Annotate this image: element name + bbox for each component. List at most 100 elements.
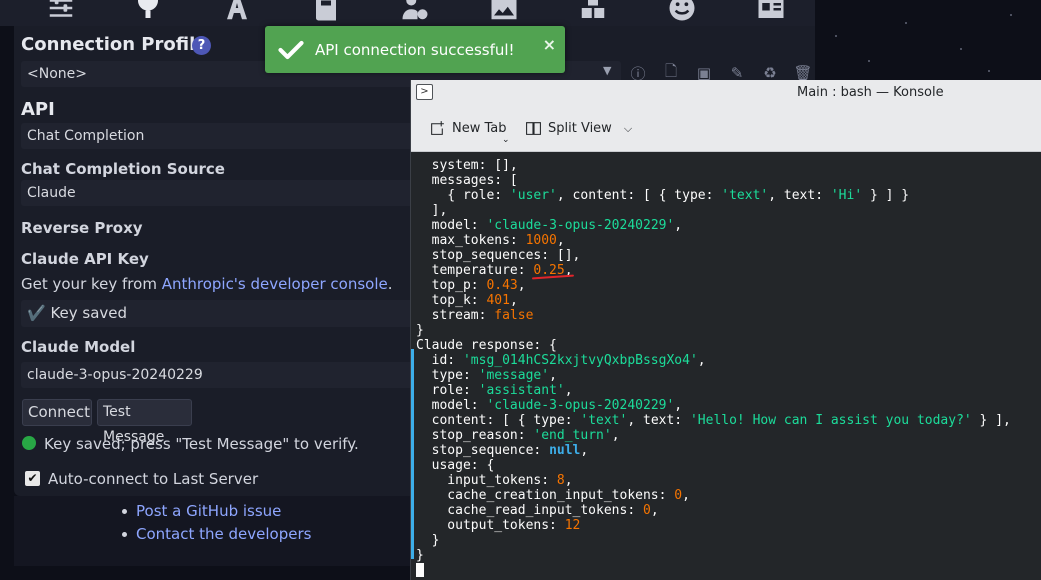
terminal-line: system: [], bbox=[416, 158, 1041, 173]
konsole-toolbar: New Tab ⌄ Split View ⌵ bbox=[411, 106, 1041, 152]
terminal-token: 12 bbox=[564, 518, 581, 533]
terminal-token: system: [], bbox=[416, 158, 518, 173]
plug-icon[interactable] bbox=[131, 0, 165, 22]
id-card-icon[interactable] bbox=[754, 0, 788, 22]
terminal-token: input_tokens: bbox=[416, 473, 557, 488]
user-gear-icon[interactable] bbox=[398, 0, 432, 22]
terminal-line: id: 'msg_014hCS2kxjtvyQxbpBssgXo4', bbox=[416, 353, 1041, 368]
terminal-line: max_tokens: 1000, bbox=[416, 233, 1041, 248]
model-select[interactable]: claude-3-opus-20240229 bbox=[21, 362, 416, 388]
terminal-token: 'text' bbox=[721, 188, 769, 203]
sliders-icon[interactable] bbox=[44, 0, 78, 22]
terminal-token: 'claude-3-opus-20240229' bbox=[486, 218, 675, 233]
new-tab-button[interactable]: New Tab bbox=[429, 120, 507, 137]
terminal-token: , bbox=[517, 278, 526, 293]
terminal-token: 'msg_014hCS2kxjtvyQxbpBssgXo4' bbox=[462, 353, 698, 368]
get-key-suffix: . bbox=[387, 275, 393, 293]
auto-connect-checkbox[interactable]: ✔ bbox=[25, 471, 40, 486]
auto-connect-label: Auto-connect to Last Server bbox=[48, 470, 259, 488]
api-key-field[interactable]: ✔️ Key saved bbox=[21, 300, 416, 327]
split-view-button[interactable]: Split View ⌵ bbox=[525, 120, 632, 137]
terminal-token: { role: bbox=[416, 188, 510, 203]
terminal-token: , bbox=[556, 233, 565, 248]
status-indicator bbox=[22, 436, 36, 450]
close-icon[interactable]: × bbox=[543, 35, 556, 54]
terminal-token: , content: [ { type: bbox=[556, 188, 722, 203]
success-toast: API connection successful! × bbox=[265, 26, 565, 73]
terminal-token: , bbox=[509, 293, 518, 308]
terminal-token: messages: [ bbox=[416, 173, 518, 188]
terminal-token: 'claude-3-opus-20240229' bbox=[486, 398, 675, 413]
terminal-token: stream: bbox=[416, 308, 495, 323]
terminal-token: false bbox=[494, 308, 534, 323]
font-icon[interactable] bbox=[220, 0, 254, 22]
terminal-token: usage: { bbox=[416, 458, 495, 473]
cubes-icon[interactable] bbox=[576, 0, 610, 22]
terminal-token: id: bbox=[416, 353, 463, 368]
terminal-output[interactable]: system: [], messages: [ { role: 'user', … bbox=[411, 152, 1041, 580]
terminal-line: ], bbox=[416, 203, 1041, 218]
terminal-token: , bbox=[580, 443, 589, 458]
terminal-line: Claude response: { bbox=[416, 338, 1041, 353]
window-title: Main : bash — Konsole bbox=[797, 85, 944, 100]
terminal-token: type: bbox=[416, 368, 479, 383]
terminal-line: model: 'claude-3-opus-20240229', bbox=[416, 398, 1041, 413]
terminal-token: , bbox=[650, 503, 659, 518]
top-nav-bar bbox=[0, 0, 815, 26]
connect-button[interactable]: Connect bbox=[22, 399, 92, 426]
smile-icon[interactable] bbox=[665, 0, 699, 22]
terminal-cursor bbox=[416, 563, 424, 577]
terminal-line: input_tokens: 8, bbox=[416, 473, 1041, 488]
terminal-line bbox=[416, 563, 1041, 578]
developer-console-link[interactable]: Anthropic's developer console bbox=[162, 275, 388, 293]
new-tab-icon bbox=[431, 121, 444, 135]
source-select[interactable]: Claude bbox=[21, 180, 416, 206]
terminal-token: 8 bbox=[556, 473, 565, 488]
book-icon[interactable] bbox=[309, 0, 343, 22]
terminal-line: { role: 'user', content: [ { type: 'text… bbox=[416, 188, 1041, 203]
terminal-token: 0 bbox=[642, 503, 651, 518]
terminal-token: , bbox=[549, 368, 557, 383]
terminal-line: cache_creation_input_tokens: 0, bbox=[416, 488, 1041, 503]
window-titlebar[interactable]: > Main : bash — Konsole bbox=[411, 80, 1041, 106]
terminal-token: 'assistant' bbox=[478, 383, 565, 398]
test-message-button[interactable]: Test Message bbox=[97, 399, 192, 445]
terminal-token: , text: bbox=[768, 188, 831, 203]
api-select[interactable]: Chat Completion bbox=[21, 123, 416, 149]
terminal-token: Claude response: { bbox=[416, 338, 557, 353]
chevron-down-icon: ⌵ bbox=[623, 121, 633, 135]
terminal-token: stop_sequence: bbox=[416, 443, 550, 458]
source-title: Chat Completion Source bbox=[21, 160, 225, 178]
split-view-label: Split View bbox=[548, 121, 612, 136]
split-view-icon bbox=[526, 122, 541, 135]
terminal-token: ], bbox=[416, 203, 448, 218]
terminal-token: temperature: bbox=[416, 263, 534, 278]
terminal-token: stop_sequences: [], bbox=[416, 248, 581, 263]
terminal-token: } bbox=[416, 533, 440, 548]
terminal-line: top_k: 401, bbox=[416, 293, 1041, 308]
toast-message: API connection successful! bbox=[315, 41, 515, 59]
image-icon[interactable] bbox=[487, 0, 521, 22]
terminal-token: model: bbox=[416, 218, 487, 233]
bullet bbox=[122, 532, 127, 537]
terminal-token: , bbox=[564, 383, 573, 398]
new-tab-label: New Tab bbox=[452, 121, 507, 136]
terminal-token: cache_creation_input_tokens: bbox=[416, 488, 675, 503]
terminal-token: } bbox=[416, 548, 424, 563]
help-icon[interactable]: ? bbox=[192, 36, 211, 55]
terminal-line: model: 'claude-3-opus-20240229', bbox=[416, 218, 1041, 233]
terminal-token: cache_read_input_tokens: bbox=[416, 503, 643, 518]
terminal-token: content: [ { type: bbox=[416, 413, 581, 428]
terminal-token: 'end_turn' bbox=[533, 428, 612, 443]
terminal-token: , text: bbox=[627, 413, 690, 428]
contact-developers-link[interactable]: Contact the developers bbox=[136, 525, 311, 543]
terminal-line: stream: false bbox=[416, 308, 1041, 323]
status-text: Key saved; press "Test Message" to verif… bbox=[44, 435, 359, 453]
terminal-line: } bbox=[416, 548, 1041, 563]
terminal-icon[interactable]: > bbox=[416, 84, 433, 100]
bullet bbox=[122, 509, 127, 514]
new-tab-chevron-icon[interactable]: ⌄ bbox=[502, 135, 510, 145]
github-issue-link[interactable]: Post a GitHub issue bbox=[136, 502, 281, 520]
terminal-token: 401 bbox=[486, 293, 510, 308]
konsole-window: > Main : bash — Konsole New Tab ⌄ Split … bbox=[410, 80, 1041, 580]
